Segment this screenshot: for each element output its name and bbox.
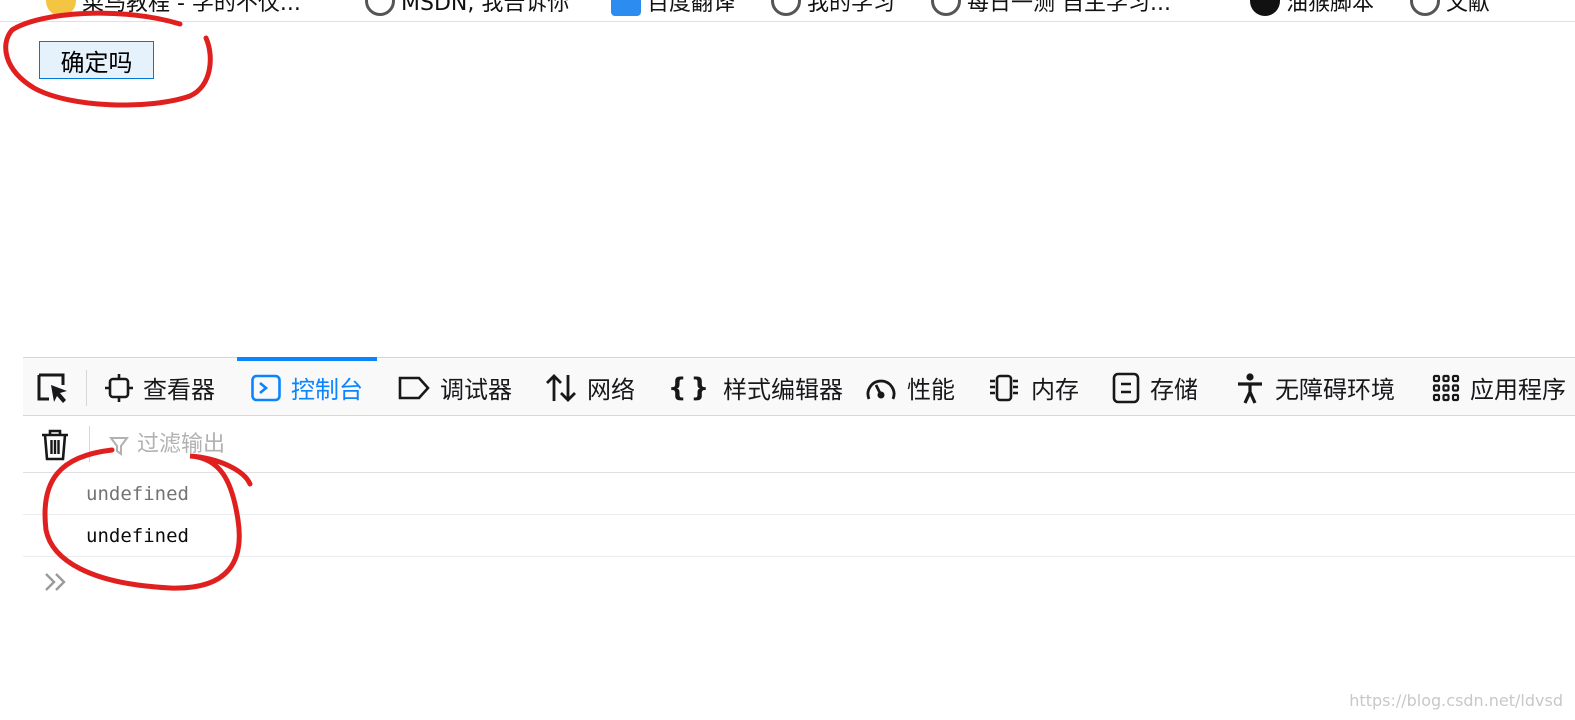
- element-picker-icon[interactable]: [35, 371, 71, 405]
- bookmark-label: 我的学习: [807, 0, 896, 16]
- debugger-icon: [398, 376, 430, 399]
- bookmark-label: 百度翻译: [647, 0, 736, 16]
- toolbar-divider: [86, 370, 87, 406]
- watermark: https://blog.csdn.net/ldvsd: [1349, 691, 1563, 710]
- tab-debugger[interactable]: 调试器: [398, 358, 512, 417]
- accessibility-icon: [1238, 372, 1262, 404]
- tab-label: 调试器: [440, 376, 512, 404]
- bookmark-runoob[interactable]: 菜鸟教程 - 学的不仅...: [46, 0, 301, 16]
- inspector-icon: [105, 373, 133, 402]
- screenshot-stage: 菜鸟教程 - 学的不仅... MSDN, 我告诉你 百度翻译 我的学习 每日一测…: [0, 0, 1575, 720]
- storage-icon: [1112, 372, 1140, 403]
- bookmark-study[interactable]: 我的学习: [771, 0, 895, 16]
- tab-application[interactable]: 应用程序: [1432, 358, 1566, 417]
- tab-label: 查看器: [143, 376, 215, 404]
- memory-icon: [990, 374, 1018, 401]
- globe-icon: [771, 0, 801, 16]
- tab-performance[interactable]: 性能: [865, 358, 955, 417]
- globe-icon: [931, 0, 961, 16]
- console-message: undefined: [23, 473, 1575, 515]
- network-icon: [546, 373, 576, 402]
- tab-label: 性能: [907, 376, 955, 404]
- bookmark-label: MSDN, 我告诉你: [401, 0, 570, 16]
- console-message: undefined: [23, 515, 1575, 557]
- console-message-text: undefined: [86, 524, 189, 547]
- tab-style-editor[interactable]: {} 样式编辑器: [668, 358, 843, 417]
- filter-divider: [89, 426, 90, 462]
- globe-icon: [365, 0, 395, 16]
- tab-label: 控制台: [291, 376, 363, 404]
- tab-storage[interactable]: 存储: [1112, 358, 1198, 417]
- console-input[interactable]: [83, 565, 1483, 599]
- bookmark-literature[interactable]: 文献: [1410, 0, 1490, 16]
- bookmark-daily-test[interactable]: 每日一测 自主学习...: [931, 0, 1171, 16]
- tampermonkey-icon: [1250, 0, 1280, 16]
- tab-label: 存储: [1150, 376, 1198, 404]
- tab-label: 样式编辑器: [723, 376, 844, 404]
- console-icon: [251, 374, 281, 401]
- tab-memory[interactable]: 内存: [987, 358, 1079, 417]
- devtools-panel: 查看器 控制台 调试器 网络 {} 样式编辑器 性能 内存 存储 无障碍环境 应…: [23, 357, 1575, 720]
- tab-accessibility[interactable]: 无障碍环境: [1235, 358, 1395, 417]
- devtools-toolbar: 查看器 控制台 调试器 网络 {} 样式编辑器 性能 内存 存储 无障碍环境 应…: [23, 357, 1575, 416]
- tab-network[interactable]: 网络: [545, 358, 635, 417]
- bookmark-baidu-translate[interactable]: 百度翻译: [611, 0, 735, 16]
- console-input-row: [23, 557, 1575, 607]
- bookmark-label: 每日一测 自主学习...: [967, 0, 1171, 16]
- performance-icon: [866, 379, 896, 400]
- confirm-button[interactable]: 确定吗: [39, 41, 154, 79]
- tab-label: 网络: [587, 376, 635, 404]
- tab-console[interactable]: 控制台: [237, 357, 377, 417]
- clear-console-trash-icon[interactable]: [39, 428, 71, 462]
- baidu-translate-icon: [611, 0, 641, 16]
- bookmark-label: 菜鸟教程 - 学的不仅...: [82, 0, 301, 16]
- bookmark-label: 文献: [1446, 0, 1491, 16]
- console-filter-bar: [23, 416, 1575, 473]
- bookmark-msdn[interactable]: MSDN, 我告诉你: [365, 0, 569, 16]
- double-chevron-right-icon: [43, 571, 69, 593]
- application-icon: [1432, 374, 1460, 401]
- style-editor-icon: {}: [668, 372, 714, 403]
- bookmarks-toolbar: 菜鸟教程 - 学的不仅... MSDN, 我告诉你 百度翻译 我的学习 每日一测…: [0, 0, 1575, 22]
- console-message-text: undefined: [86, 482, 189, 505]
- runoob-icon: [46, 0, 76, 16]
- bookmark-tampermonkey[interactable]: 油猴脚本: [1250, 0, 1374, 16]
- tab-label: 无障碍环境: [1275, 376, 1395, 404]
- globe-icon: [1410, 0, 1440, 16]
- bookmark-label: 油猴脚本: [1286, 0, 1375, 16]
- tab-label: 内存: [1031, 376, 1079, 404]
- tab-inspector[interactable]: 查看器: [105, 358, 215, 417]
- tab-label: 应用程序: [1470, 376, 1566, 404]
- filter-output-input[interactable]: [107, 426, 707, 462]
